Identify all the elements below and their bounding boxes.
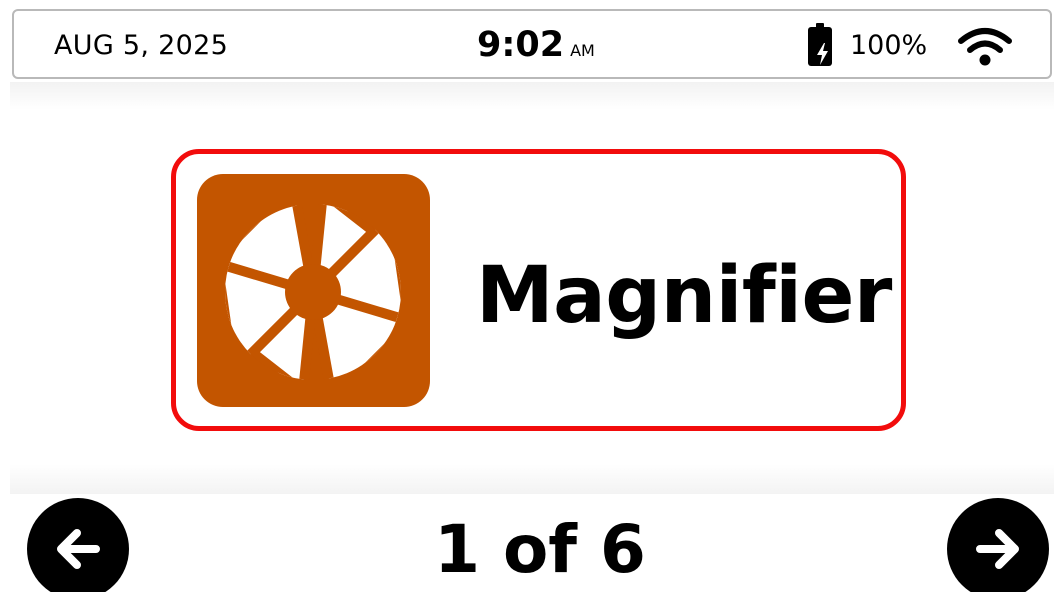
camera-aperture-icon [225,204,401,380]
clock-ampm: AM [570,41,595,60]
wifi-icon [958,28,1012,66]
app-label: Magnifier [476,251,892,341]
arrow-right-icon [976,529,1019,569]
app-tile-magnifier[interactable]: Magnifier [171,149,906,431]
status-bar: AUG 5, 2025 9:02 AM 100% [12,9,1052,79]
page-indicator: 1 of 6 [434,511,646,588]
clock-time: 9:02 [477,25,565,65]
battery-charging-icon [808,23,832,66]
date-display: AUG 5, 2025 [54,30,229,61]
clock: 9:02 AM [477,25,595,65]
next-page-button[interactable] [947,498,1049,592]
battery-level: 100% [850,30,928,61]
arrow-left-icon [57,529,100,569]
home-screen: AUG 5, 2025 9:02 AM 100% Magnifier 1 of … [0,0,1054,592]
previous-page-button[interactable] [27,498,129,592]
app-icon-background [197,174,430,407]
